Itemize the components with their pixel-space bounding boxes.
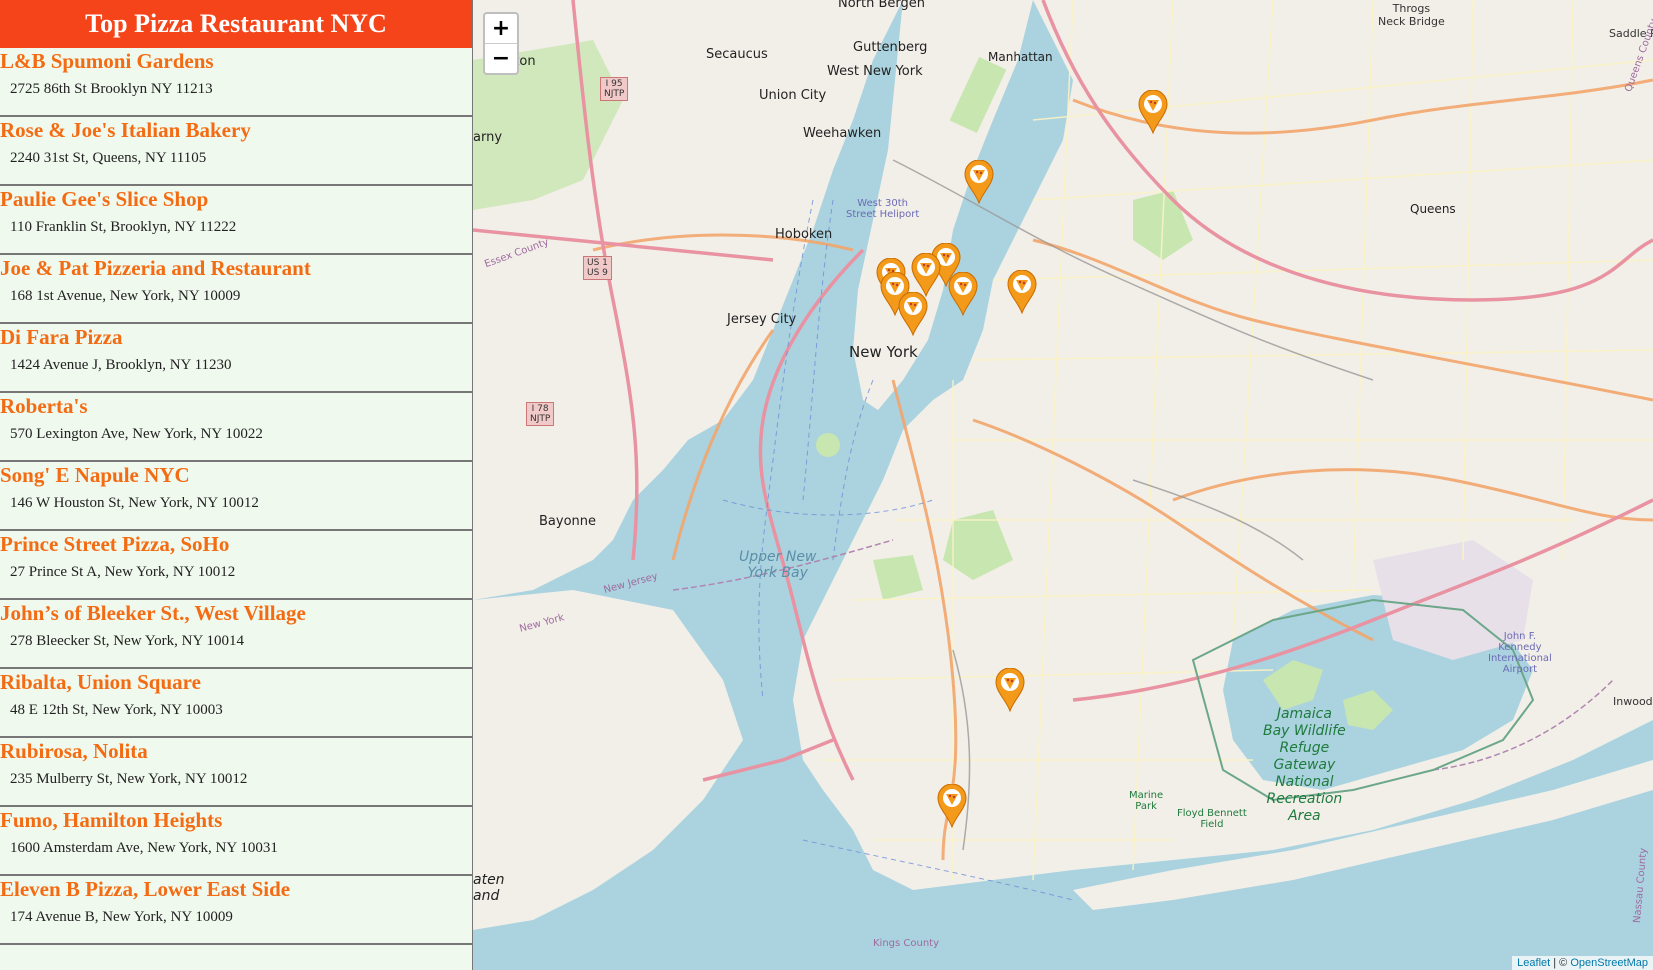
sidebar-title: Top Pizza Restaurant NYC [0,0,472,48]
label-weehawken: Weehawken [803,126,882,141]
restaurant-address: 27 Prince St A, New York, NY 10012 [10,564,236,580]
list-item[interactable]: Rose & Joe's Italian Bakery 2240 31st St,… [0,117,472,186]
restaurant-sidebar: Top Pizza Restaurant NYC L&B Spumoni Gar… [0,0,473,970]
list-item[interactable]: John’s of Bleeker St., West Village 278 B… [0,600,472,669]
zoom-in-button[interactable]: + [485,14,517,43]
pizza-marker-icon[interactable] [994,668,1026,712]
map-attribution: Leaflet | © OpenStreetMap [1512,956,1653,970]
restaurant-address: 1600 Amsterdam Ave, New York, NY 10031 [10,840,278,856]
restaurant-address: 235 Mulberry St, New York, NY 10012 [10,771,248,787]
list-item[interactable]: Eleven B Pizza, Lower East Side 174 Avenu… [0,876,472,945]
label-hoboken: Hoboken [775,227,833,242]
label-jfk: John F. Kennedy International Airport [1488,631,1552,675]
pizza-marker-icon[interactable] [963,160,995,204]
restaurant-name[interactable]: Fumo, Hamilton Heights [0,807,472,832]
list-item[interactable]: Prince Street Pizza, SoHo 27 Prince St A,… [0,531,472,600]
restaurant-address: 2725 86th St Brooklyn NY 11213 [10,81,213,97]
restaurant-address: 110 Franklin St, Brooklyn, NY 11222 [10,219,237,235]
label-manhattan: Manhattan [988,50,1053,64]
label-bayonne: Bayonne [539,514,597,529]
label-secaucus: Secaucus [706,47,768,62]
pizza-marker-icon[interactable] [936,784,968,828]
list-item[interactable]: Fumo, Hamilton Heights 1600 Amsterdam Ave… [0,807,472,876]
map-view[interactable]: North Bergen Guttenberg Manhattan Throgs… [473,0,1653,970]
label-jersey-city: Jersey City [727,312,797,327]
label-new-york: New York [849,343,918,361]
label-kings-county: Kings County [873,938,940,949]
restaurant-address: 278 Bleecker St, New York, NY 10014 [10,633,245,649]
restaurant-name[interactable]: Song' E Napule NYC [0,462,472,487]
list-item[interactable]: Di Fara Pizza 1424 Avenue J, Brooklyn, NY… [0,324,472,393]
restaurant-name[interactable]: Rubirosa, Nolita [0,738,472,763]
restaurant-name[interactable]: Ribalta, Union Square [0,669,472,694]
restaurant-address: 570 Lexington Ave, New York, NY 10022 [10,426,263,442]
list-item[interactable]: Ribalta, Union Square 48 E 12th St, New Y… [0,669,472,738]
label-throgs-neck: Throgs Neck Bridge [1378,2,1445,28]
label-guttenberg: Guttenberg [853,40,928,55]
shield-us1: US 1 US 9 [583,256,612,280]
label-west-new-york: West New York [827,64,923,79]
zoom-out-button[interactable]: − [485,43,517,73]
map-tiles[interactable] [473,0,1653,970]
restaurant-address: 48 E 12th St, New York, NY 10003 [10,702,223,718]
label-jamaica-bay: Jamaica Bay Wildlife Refuge Gateway Nati… [1263,706,1346,824]
list-item[interactable]: Rubirosa, Nolita 235 Mulberry St, New Yor… [0,738,472,807]
pizza-marker-icon[interactable] [897,292,929,336]
restaurant-name[interactable]: Paulie Gee's Slice Shop [0,186,472,211]
list-item[interactable]: Song' E Napule NYC 146 W Houston St, New … [0,462,472,531]
restaurant-name[interactable]: Joe & Pat Pizzeria and Restaurant [0,255,472,280]
attribution-separator: | © [1550,957,1571,969]
label-upper-ny-bay: Upper New York Bay [739,549,817,581]
leaflet-link[interactable]: Leaflet [1517,957,1550,969]
label-floyd-bennett: Floyd Bennett Field [1177,808,1247,830]
list-item[interactable]: Roberta's 570 Lexington Ave, New York, NY… [0,393,472,462]
zoom-control: + − [483,12,519,75]
restaurant-address: 174 Avenue B, New York, NY 10009 [10,909,233,925]
list-item[interactable]: Joe & Pat Pizzeria and Restaurant 168 1st… [0,255,472,324]
pizza-marker-icon[interactable] [947,272,979,316]
label-union-city: Union City [759,88,827,103]
label-inwood: Inwood [1613,695,1653,708]
restaurant-name[interactable]: John’s of Bleeker St., West Village [0,600,472,625]
restaurant-name[interactable]: Eleven B Pizza, Lower East Side [0,876,472,901]
label-queens: Queens [1410,202,1456,216]
label-north-bergen: North Bergen [838,0,926,11]
shield-i95: I 95 NJTP [600,77,629,101]
restaurant-address: 168 1st Avenue, New York, NY 10009 [10,288,241,304]
restaurant-name[interactable]: Di Fara Pizza [0,324,472,349]
list-item[interactable]: Paulie Gee's Slice Shop 110 Franklin St, … [0,186,472,255]
restaurant-name[interactable]: L&B Spumoni Gardens [0,48,472,73]
list-item[interactable]: L&B Spumoni Gardens 2725 86th St Brooklyn… [0,48,472,117]
restaurant-name[interactable]: Rose & Joe's Italian Bakery [0,117,472,142]
label-kearny: arny [473,130,503,145]
restaurant-address: 1424 Avenue J, Brooklyn, NY 11230 [10,357,232,373]
restaurant-address: 2240 31st St, Queens, NY 11105 [10,150,207,166]
label-staten-island: aten and [473,872,505,904]
restaurant-name[interactable]: Prince Street Pizza, SoHo [0,531,472,556]
restaurant-list: L&B Spumoni Gardens 2725 86th St Brooklyn… [0,48,472,945]
pizza-marker-icon[interactable] [1006,270,1038,314]
openstreetmap-link[interactable]: OpenStreetMap [1570,957,1648,969]
pizza-marker-icon[interactable] [910,253,942,297]
restaurant-name[interactable]: Roberta's [0,393,472,418]
shield-i78: I 78 NJTP [526,402,555,426]
restaurant-address: 146 W Houston St, New York, NY 10012 [10,495,259,511]
label-marine-park: Marine Park [1129,790,1164,812]
label-west-30th: West 30th Street Heliport [846,198,920,220]
pizza-marker-icon[interactable] [1137,90,1169,134]
